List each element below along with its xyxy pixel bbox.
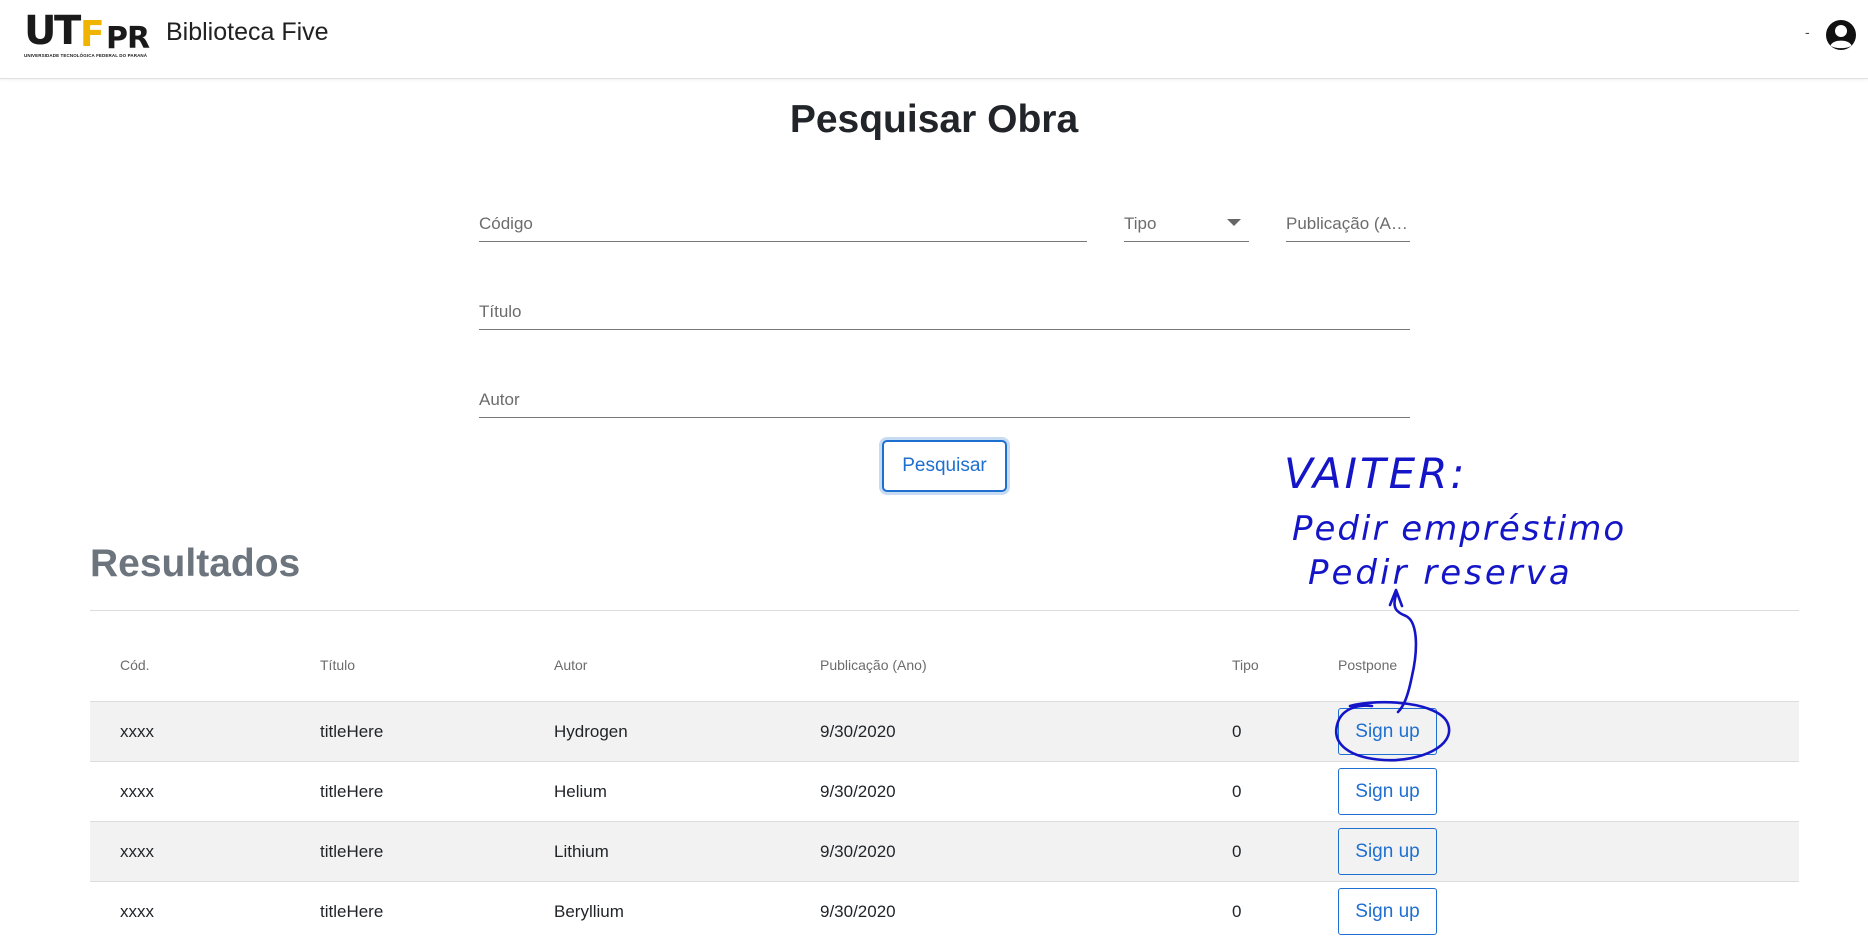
annotation-line-2: Pedir empréstimo — [1292, 509, 1626, 549]
cell-tipo: 0 — [1232, 722, 1242, 741]
codigo-input[interactable]: Código — [479, 208, 1087, 242]
cell-publicacao: 9/30/2020 — [820, 902, 896, 921]
column-header-postpone: Postpone — [1338, 657, 1398, 673]
annotation-arrow — [1393, 593, 1418, 714]
chevron-down-icon — [1227, 219, 1241, 226]
cell-titulo: titleHere — [320, 842, 384, 861]
table-row: xxxx titleHere Lithium 9/30/2020 0 Sign … — [90, 822, 1799, 882]
publicacao-placeholder: Publicação (Ano) — [1286, 214, 1410, 233]
autor-placeholder: Autor — [479, 390, 520, 409]
codigo-placeholder: Código — [479, 214, 533, 233]
app-title[interactable]: Biblioteca Five — [166, 18, 329, 47]
cell-titulo: titleHere — [320, 722, 384, 741]
top-navbar: U T F PR UNIVERSIDADE TECNOLÓGICA FEDERA… — [0, 0, 1868, 79]
user-avatar-icon[interactable] — [1825, 19, 1857, 51]
cell-cod: xxxx — [120, 842, 154, 861]
sign-up-button[interactable]: Sign up — [1338, 888, 1437, 935]
sign-up-button[interactable]: Sign up — [1338, 768, 1437, 815]
tipo-select[interactable]: Tipo — [1124, 208, 1249, 242]
cell-publicacao: 9/30/2020 — [820, 782, 896, 801]
table-row: xxxx titleHere Hydrogen 9/30/2020 0 Sign… — [90, 702, 1799, 762]
cell-titulo: titleHere — [320, 902, 384, 921]
cell-autor: Helium — [554, 782, 607, 801]
titulo-input[interactable]: Título — [479, 296, 1410, 330]
page-title: Pesquisar Obra — [789, 98, 1079, 141]
divider — [90, 610, 1799, 611]
publicacao-input[interactable]: Publicação (Ano) — [1286, 208, 1410, 242]
cell-cod: xxxx — [120, 782, 154, 801]
cell-cod: xxxx — [120, 902, 154, 921]
column-header-publicacao: Publicação (Ano) — [820, 657, 927, 673]
cell-publicacao: 9/30/2020 — [820, 842, 896, 861]
cell-cod: xxxx — [120, 722, 154, 741]
column-header-titulo: Título — [320, 657, 356, 673]
column-header-autor: Autor — [554, 657, 588, 673]
cell-tipo: 0 — [1232, 842, 1242, 861]
column-header-tipo: Tipo — [1232, 657, 1259, 673]
user-name: - — [1805, 24, 1810, 40]
cell-autor: Hydrogen — [554, 722, 628, 741]
table-row: xxxx titleHere Helium 9/30/2020 0 Sign u… — [90, 762, 1799, 822]
table-row: xxxx titleHere Beryllium 9/30/2020 0 Sig… — [90, 882, 1799, 935]
utfpr-logo[interactable]: U T F PR UNIVERSIDADE TECNOLÓGICA FEDERA… — [24, 8, 160, 60]
results-title: Resultados — [90, 542, 301, 585]
cell-tipo: 0 — [1232, 782, 1242, 801]
logo-subtitle: UNIVERSIDADE TECNOLÓGICA FEDERAL DO PARA… — [24, 53, 148, 58]
annotation-line-3: Pedir reserva — [1308, 553, 1573, 593]
tipo-placeholder: Tipo — [1124, 214, 1157, 233]
cell-tipo: 0 — [1232, 902, 1242, 921]
annotation-arrow — [1388, 588, 1404, 608]
sign-up-button[interactable]: Sign up — [1338, 708, 1437, 755]
cell-titulo: titleHere — [320, 782, 384, 801]
titulo-placeholder: Título — [479, 302, 522, 321]
cell-autor: Lithium — [554, 842, 609, 861]
pesquisar-button[interactable]: Pesquisar — [882, 440, 1007, 492]
column-header-cod: Cód. — [120, 657, 150, 673]
cell-autor: Beryllium — [554, 902, 624, 921]
autor-input[interactable]: Autor — [479, 384, 1410, 418]
annotation-line-1: VAITER: — [1284, 449, 1468, 498]
cell-publicacao: 9/30/2020 — [820, 722, 896, 741]
sign-up-button[interactable]: Sign up — [1338, 828, 1437, 875]
